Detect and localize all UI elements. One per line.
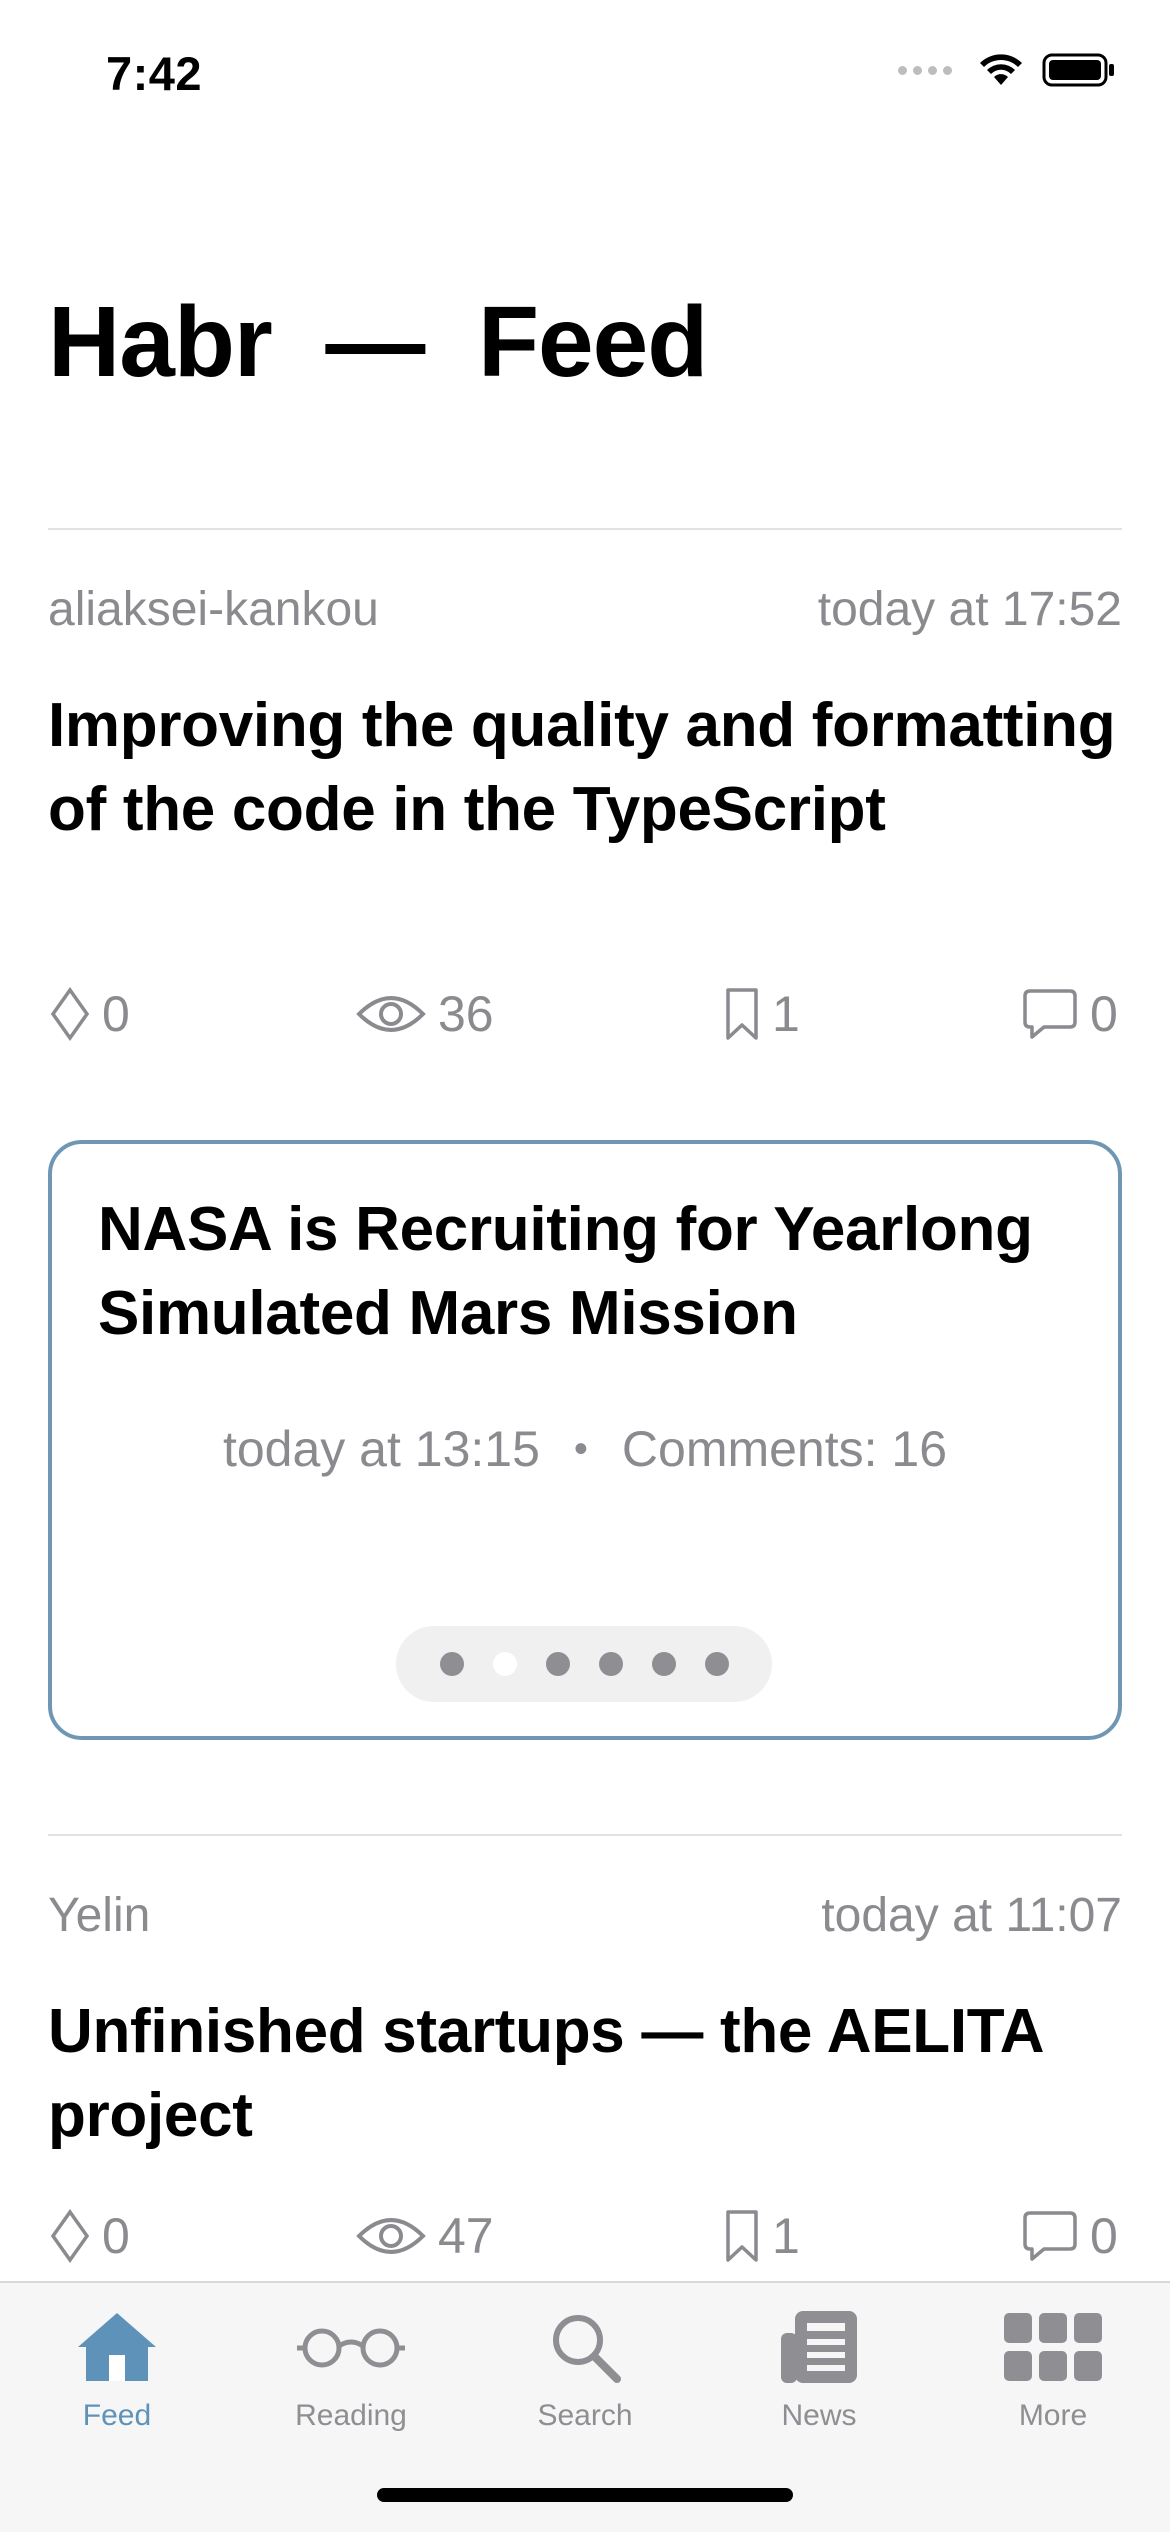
comments-value: 0 <box>1090 986 1118 1042</box>
bookmarks-stat[interactable]: 1 <box>724 2206 800 2266</box>
views-stat: 47 <box>356 2206 494 2266</box>
tab-more[interactable]: More <box>936 2301 1170 2433</box>
bookmarks-value: 1 <box>772 2208 800 2264</box>
glasses-icon <box>297 2328 405 2368</box>
article-stats: 0 36 1 0 <box>48 984 1122 1044</box>
meta-separator: • <box>573 1426 588 1471</box>
rating-stat[interactable]: 0 <box>50 984 130 1044</box>
page-dot[interactable] <box>704 1652 729 1676</box>
views-stat: 36 <box>356 984 494 1044</box>
page-dot[interactable] <box>651 1652 676 1676</box>
article-meta: Yelin today at 11:07 <box>48 1886 1122 1946</box>
news-carousel-card[interactable]: NASA is Recruiting for Yearlong Simulate… <box>48 1140 1122 1740</box>
status-bar: 7:42 <box>0 0 1170 150</box>
tab-news[interactable]: News <box>702 2301 936 2433</box>
views-value: 47 <box>438 2208 494 2264</box>
diamond-icon <box>50 2209 90 2263</box>
page-dot[interactable] <box>439 1652 464 1676</box>
tab-label: Reading <box>295 2399 407 2432</box>
article-card[interactable]: aliaksei-kankou today at 17:52 Improving… <box>48 580 1122 1070</box>
article-title[interactable]: Improving the quality and formatting of … <box>48 684 1122 852</box>
comments-value: 0 <box>1090 2208 1118 2264</box>
eye-icon <box>356 996 426 1032</box>
bookmark-icon <box>726 2210 758 2262</box>
tab-reading[interactable]: Reading <box>234 2301 468 2433</box>
diamond-icon <box>50 987 90 1041</box>
article-stats: 0 47 1 0 <box>48 2206 1122 2266</box>
wifi-icon <box>980 54 1022 85</box>
rating-value: 0 <box>102 986 130 1042</box>
comment-icon <box>1023 989 1077 1039</box>
article-card[interactable]: Yelin today at 11:07 Unfinished startups… <box>48 1886 1122 2264</box>
tab-label: Feed <box>82 2399 152 2432</box>
eye-icon <box>356 2218 426 2254</box>
tab-label: More <box>1018 2399 1088 2432</box>
carousel-time: today at 13:15 <box>222 1421 540 1477</box>
views-value: 36 <box>438 986 494 1042</box>
comments-stat[interactable]: 0 <box>1022 984 1118 1044</box>
grid-icon <box>1004 2313 1102 2381</box>
status-time: 7:42 <box>106 47 203 100</box>
article-author[interactable]: aliaksei-kankou <box>48 580 379 640</box>
bookmarks-stat[interactable]: 1 <box>724 984 800 1044</box>
article-meta: aliaksei-kankou today at 17:52 <box>48 580 1122 640</box>
article-time: today at 11:07 <box>821 1889 1122 1942</box>
page-dot[interactable] <box>545 1652 570 1676</box>
article-author[interactable]: Yelin <box>48 1886 150 1946</box>
article-time: today at 17:52 <box>817 583 1122 636</box>
page-dot[interactable] <box>598 1652 623 1676</box>
comment-icon <box>1023 2211 1077 2261</box>
home-indicator[interactable] <box>377 2488 793 2502</box>
battery-icon <box>1042 53 1114 87</box>
tab-label: Search <box>537 2399 633 2432</box>
carousel-title[interactable]: NASA is Recruiting for Yearlong Simulate… <box>98 1188 1098 1356</box>
bookmarks-value: 1 <box>772 986 800 1042</box>
bookmark-icon <box>726 988 758 1040</box>
page-title: Habr — Feed <box>48 286 708 398</box>
cellular-signal-icon <box>898 65 952 75</box>
magnifier-icon <box>553 2315 621 2383</box>
rating-value: 0 <box>102 2208 130 2264</box>
page-indicator[interactable] <box>396 1626 772 1702</box>
tab-feed[interactable]: Feed <box>0 2301 234 2433</box>
house-icon <box>78 2313 156 2381</box>
divider <box>48 1834 1122 1836</box>
page-dot-active[interactable] <box>492 1652 517 1676</box>
article-title[interactable]: Unfinished startups — the AELITA project <box>48 1990 1122 2158</box>
divider <box>48 528 1122 530</box>
status-icons <box>898 52 1116 88</box>
tab-search[interactable]: Search <box>468 2301 702 2433</box>
carousel-comments: Comments: 16 <box>621 1421 948 1477</box>
rating-stat[interactable]: 0 <box>50 2206 130 2266</box>
carousel-meta: today at 13:15 • Comments: 16 <box>52 1420 1118 1478</box>
newspaper-icon <box>781 2311 857 2383</box>
comments-stat[interactable]: 0 <box>1022 2206 1118 2266</box>
tab-label: News <box>781 2399 857 2432</box>
